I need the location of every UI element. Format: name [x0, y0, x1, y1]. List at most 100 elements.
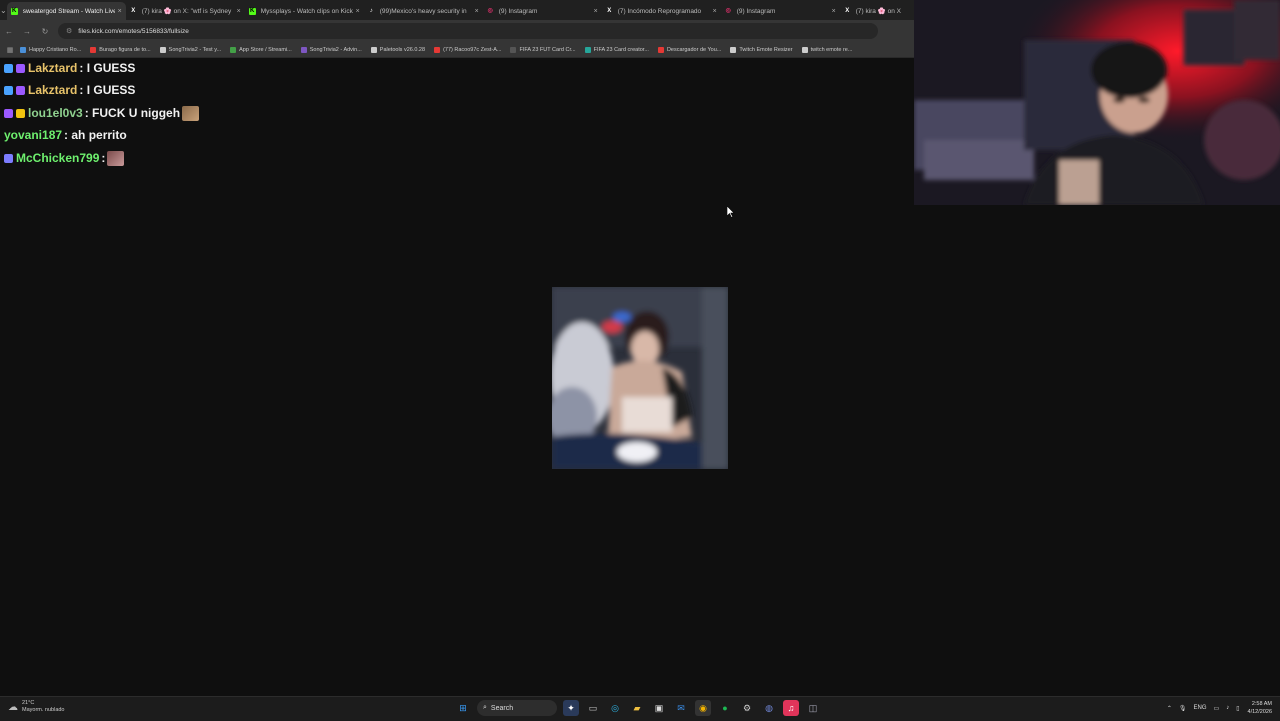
- address-bar[interactable]: ⚙ files.kick.com/emotes/5156833/fullsize: [58, 23, 878, 39]
- discord-icon[interactable]: ◍: [761, 700, 777, 716]
- bookmark-label: Paletools v26.0.28: [379, 46, 426, 53]
- close-tab-icon[interactable]: ×: [713, 8, 717, 15]
- chat-username[interactable]: Lakztard: [28, 61, 77, 75]
- bookmark-label: FIFA 23 FUT Card Cr...: [519, 46, 576, 53]
- close-tab-icon[interactable]: ×: [237, 8, 241, 15]
- browser-tab[interactable]: X (7) kira 🌸 on X: "wtf is Sydney ×: [126, 2, 245, 20]
- weather-desc: Mayorm. nublado: [22, 707, 65, 713]
- apps-grid-icon[interactable]: ▦: [0, 46, 20, 54]
- close-tab-icon[interactable]: ×: [475, 8, 479, 15]
- network-icon[interactable]: ▭: [1214, 705, 1220, 712]
- x-icon: X: [131, 7, 136, 14]
- chat-badge-icon: [16, 85, 25, 95]
- bookmark-label: Descargador de You...: [666, 46, 722, 53]
- weather-widget[interactable]: ☁ 21°C Mayorm. nublado: [8, 700, 65, 714]
- windows-start-icon[interactable]: ⊞: [455, 700, 471, 716]
- webcam-overlay: [914, 0, 1280, 205]
- chat-badge-icon: [4, 153, 13, 163]
- taskbar-search[interactable]: ⌕ Search: [477, 700, 557, 716]
- bookmark-item[interactable]: twitch emote re...: [801, 46, 852, 53]
- browser-tab[interactable]: ◎ (9) Instagram ×: [483, 2, 602, 20]
- bookmark-label: App Store / Streami...: [239, 46, 292, 53]
- close-tab-icon[interactable]: ×: [832, 8, 836, 15]
- bookmark-label: Happy Cristiano Ro...: [29, 46, 82, 53]
- taskbar-apps: ⊞ ⌕ Search ✦ ▭ ◎ ▰ ▣ ✉ ◉ ● ⚙ ◍ ♫ ◫: [455, 700, 827, 716]
- spotify-icon[interactable]: ●: [717, 700, 733, 716]
- mail-icon[interactable]: ✉: [673, 700, 689, 716]
- chat-username[interactable]: yovani187: [4, 128, 62, 142]
- bookmark-favicon-icon: [657, 46, 664, 53]
- browser-tab[interactable]: Ksweatergod Stream - Watch Live ×: [6, 2, 126, 20]
- tab-title: sweatergod Stream - Watch Live: [22, 7, 115, 15]
- settings-gear-icon[interactable]: ⚙: [739, 700, 755, 716]
- search-label: Search: [490, 704, 514, 712]
- bookmark-item[interactable]: FIFA 23 FUT Card Cr...: [510, 46, 576, 53]
- bookmark-item[interactable]: FIFA 23 Card creator...: [584, 46, 649, 53]
- bookmark-item[interactable]: Happy Cristiano Ro...: [20, 46, 82, 53]
- chat-text: : FUCK U niggeh: [84, 106, 181, 120]
- language-indicator[interactable]: ENG: [1194, 705, 1207, 711]
- site-info-icon[interactable]: ⚙: [66, 27, 72, 35]
- bookmark-item[interactable]: (77) Racoo97c Zest-A...: [434, 46, 502, 53]
- chrome-icon[interactable]: ◉: [695, 700, 711, 716]
- chat-message: lou1el0v3: FUCK U niggeh: [4, 103, 200, 123]
- microphone-icon[interactable]: 🎙: [1179, 705, 1187, 712]
- close-tab-icon[interactable]: ×: [356, 8, 360, 15]
- close-tab-icon[interactable]: ×: [118, 8, 122, 15]
- bookmark-item[interactable]: SongTrivia2 - Advin...: [300, 46, 362, 53]
- bookmark-item[interactable]: SongTrivia2 - Test y...: [159, 46, 222, 53]
- weather-cloud-icon: ☁: [8, 701, 18, 713]
- chat-username[interactable]: Lakztard: [28, 83, 77, 97]
- bookmark-favicon-icon: [300, 46, 307, 53]
- browser-tab[interactable]: ♪ (99)Mexico's heavy security in ×: [364, 2, 483, 20]
- bookmark-item[interactable]: Burago figura de to...: [90, 46, 151, 53]
- chat-text: : I GUESS: [79, 83, 136, 97]
- chat-badge-icon: [4, 85, 13, 95]
- close-tab-icon[interactable]: ×: [594, 8, 598, 15]
- bookmark-label: FIFA 23 Card creator...: [593, 46, 649, 53]
- chat-text: : I GUESS: [79, 61, 136, 75]
- edge-icon[interactable]: ◎: [607, 700, 623, 716]
- browser-toolbar: ← → ↻ ⚙ files.kick.com/emotes/5156833/fu…: [0, 20, 914, 42]
- clock-time: 2:58 AM: [1251, 701, 1272, 707]
- bookmark-label: Twitch Emote Resizer: [739, 46, 793, 53]
- chevron-up-icon[interactable]: ⌃: [1167, 705, 1172, 712]
- bookmark-favicon-icon: [584, 46, 591, 53]
- search-icon: ⌕: [483, 704, 487, 711]
- bookmark-label: (77) Racoo97c Zest-A...: [443, 46, 502, 53]
- bookmark-item[interactable]: Paletools v26.0.28: [370, 46, 426, 53]
- bookmark-item[interactable]: Twitch Emote Resizer: [730, 46, 793, 53]
- chat-emote-icon: [182, 105, 200, 121]
- chat-username[interactable]: McChicken799: [16, 151, 99, 165]
- back-icon[interactable]: ←: [0, 22, 18, 40]
- bookmark-label: SongTrivia2 - Test y...: [168, 46, 222, 53]
- task-view-icon[interactable]: ▭: [585, 700, 601, 716]
- chat-username[interactable]: lou1el0v3: [28, 106, 83, 120]
- battery-icon[interactable]: ▯: [1236, 705, 1239, 712]
- itunes-icon[interactable]: ♫: [783, 700, 799, 716]
- chat-text: : ah perrito: [64, 128, 127, 142]
- bookmark-label: SongTrivia2 - Advin...: [309, 46, 362, 53]
- browser-tab[interactable]: K Myssplays - Watch clips on Kick ×: [245, 2, 364, 20]
- widget-icon[interactable]: ✦: [563, 700, 579, 716]
- tab-search-icon[interactable]: ⌄: [0, 0, 7, 20]
- bookmark-item[interactable]: App Store / Streami...: [230, 46, 292, 53]
- clock[interactable]: 2:58 AM 4/12/2026: [1248, 700, 1272, 716]
- app-icon[interactable]: ◫: [805, 700, 821, 716]
- system-tray: ⌃ 🎙 ENG ▭ ♪ ▯ 2:58 AM 4/12/2026: [1160, 700, 1272, 716]
- forward-icon[interactable]: →: [18, 22, 36, 40]
- reload-icon[interactable]: ↻: [36, 22, 54, 40]
- bookmarks-bar: ▦ Happy Cristiano Ro... Burago figura de …: [0, 42, 914, 58]
- chat-message: McChicken799:: [4, 148, 125, 168]
- file-explorer-icon[interactable]: ▰: [629, 700, 645, 716]
- tiktok-icon: ♪: [369, 7, 373, 14]
- volume-icon[interactable]: ♪: [1226, 705, 1229, 711]
- browser-tab[interactable]: X (7) Incómodo Reprogramado ×: [602, 2, 721, 20]
- x-icon: X: [607, 7, 612, 14]
- bookmark-favicon-icon: [801, 46, 808, 53]
- bookmark-item[interactable]: Descargador de You...: [657, 46, 722, 53]
- browser-tab[interactable]: ◎ (9) Instagram ×: [721, 2, 840, 20]
- store-icon[interactable]: ▣: [651, 700, 667, 716]
- x-icon: X: [845, 7, 850, 14]
- kick-icon: K: [10, 7, 18, 15]
